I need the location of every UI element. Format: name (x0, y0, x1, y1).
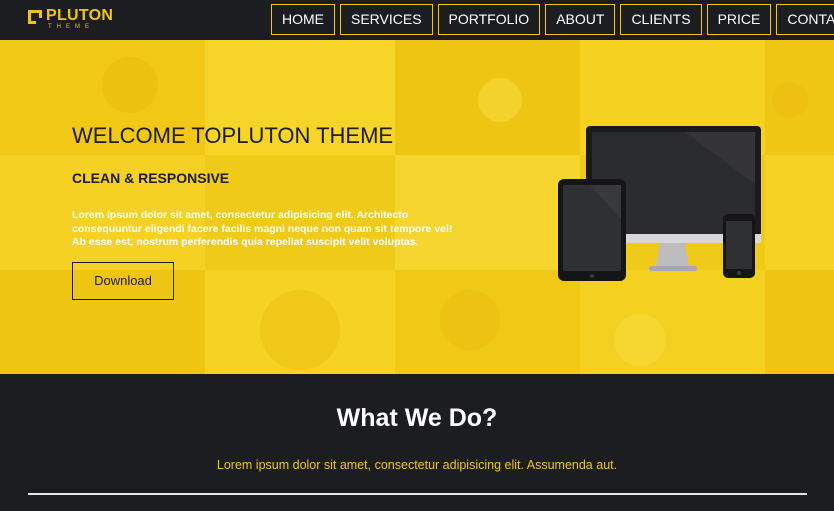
hero-description: Lorem ipsum dolor sit amet, consectetur … (72, 209, 453, 248)
section-description: Lorem ipsum dolor sit amet, consectetur … (216, 458, 618, 472)
logo-name: PLUTON (46, 7, 114, 24)
nav-home[interactable]: HOME (271, 4, 335, 35)
devices-illustration (558, 126, 761, 281)
logo[interactable]: PLUTON THEME (28, 8, 113, 31)
nav-contact[interactable]: CONTACT (776, 4, 834, 35)
nav-clients[interactable]: CLIENTS (620, 4, 702, 35)
hero-subtitle: CLEAN & RESPONSIVE (72, 170, 230, 186)
logo-tagline: THEME (48, 24, 94, 30)
top-navbar: PLUTON THEME HOME SERVICES PORTFOLIO ABO… (0, 0, 834, 40)
logo-square-icon (28, 10, 42, 24)
nav-price[interactable]: PRICE (706, 4, 772, 35)
nav-about[interactable]: ABOUT (545, 4, 616, 35)
nav-portfolio[interactable]: PORTFOLIO (437, 4, 541, 35)
hero-banner: WELCOME TOPLUTON THEME CLEAN & RESPONSIV… (0, 40, 834, 374)
section-divider (28, 493, 807, 495)
nav-services[interactable]: SERVICES (340, 4, 433, 35)
download-button[interactable]: Download (72, 262, 174, 300)
what-we-do-section: What We Do? Lorem ipsum dolor sit amet, … (0, 374, 834, 511)
main-menu: HOME SERVICES PORTFOLIO ABOUT CLIENTS PR… (271, 4, 834, 35)
hero-title: WELCOME TOPLUTON THEME (72, 123, 394, 148)
section-title: What We Do? (336, 404, 498, 432)
